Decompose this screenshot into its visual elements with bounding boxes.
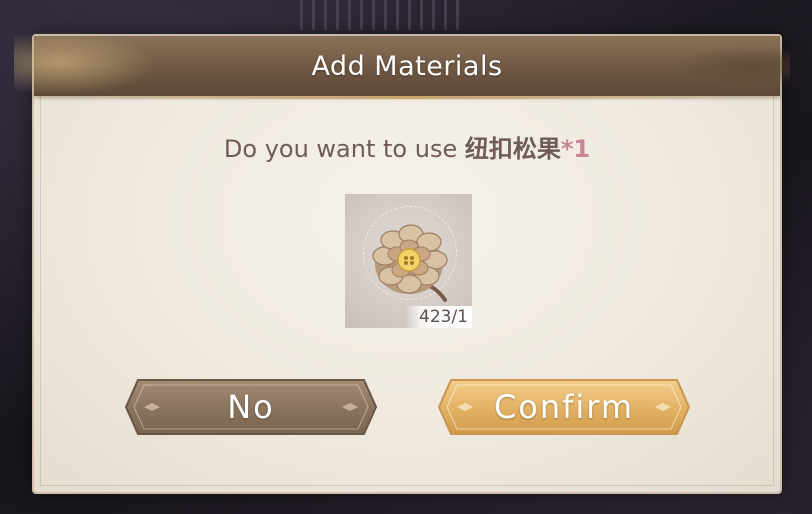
confirmation-prompt: Do you want to use 纽扣松果*1: [34, 129, 780, 164]
item-quantity: *1: [560, 135, 591, 163]
item-count: 423/1: [405, 306, 472, 328]
add-materials-dialog: Add Materials Do you want to use 纽扣松果*1: [14, 28, 790, 492]
pinecone-icon: [372, 224, 448, 302]
prompt-text: Do you want to use: [223, 135, 465, 163]
confirm-button-label: Confirm: [493, 388, 635, 426]
no-button[interactable]: No: [122, 376, 380, 438]
item-name: 纽扣松果: [464, 135, 561, 163]
title-banner: Add Materials: [14, 28, 790, 99]
confirm-button[interactable]: Confirm: [435, 376, 693, 438]
background-fence: [300, 0, 460, 30]
no-button-label: No: [227, 388, 275, 426]
item-card[interactable]: 423/1: [345, 194, 472, 328]
dialog-title: Add Materials: [311, 51, 503, 82]
